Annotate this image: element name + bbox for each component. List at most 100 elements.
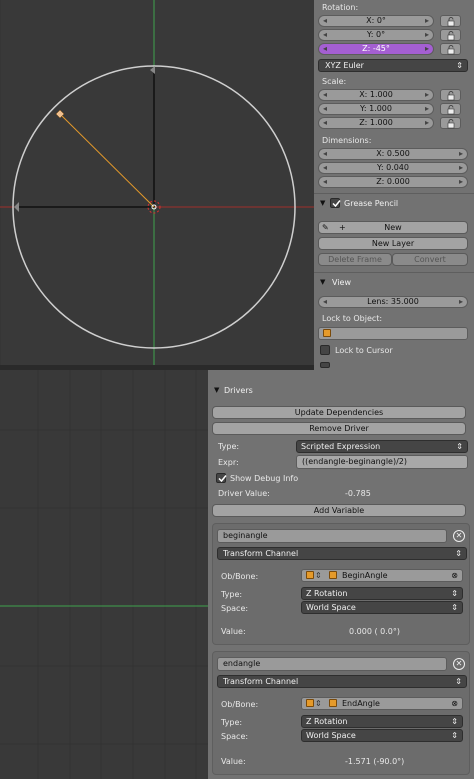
- space-label: Space:: [221, 604, 249, 613]
- remove-variable-icon[interactable]: ✕: [453, 530, 465, 542]
- expr-label: Expr:: [218, 458, 239, 467]
- end-handle: [150, 66, 155, 74]
- scale-label: Scale:: [322, 77, 347, 86]
- dropdown-arrows-icon: ⇕: [451, 717, 458, 726]
- type-label: Type:: [221, 718, 243, 727]
- increment-arrow-icon[interactable]: ▸: [425, 16, 429, 26]
- drivers-title: Drivers: [224, 386, 253, 395]
- object-cube-icon: [323, 329, 331, 337]
- dimension-y-field[interactable]: ◂ Y: 0.040 ▸: [318, 162, 468, 174]
- viewport-grid: [0, 0, 314, 365]
- value-label: Value:: [221, 757, 246, 766]
- decrement-arrow-icon[interactable]: ◂: [323, 44, 327, 54]
- update-dependencies-button[interactable]: Update Dependencies: [212, 406, 466, 419]
- dropdown-arrows-icon: ⇕: [456, 442, 463, 451]
- dropdown-arrows-icon: ⇕: [315, 571, 322, 580]
- new-layer-button[interactable]: New Layer: [318, 237, 468, 250]
- rotation-y-field[interactable]: ◂ Y: 0° ▸: [318, 29, 434, 41]
- increment-arrow-icon[interactable]: ▸: [425, 44, 429, 54]
- variable-name-input[interactable]: endangle: [217, 657, 447, 671]
- driver-variable-card: endangle ✕ Transform Channel ⇕ Ob/Bone: …: [212, 651, 470, 775]
- dimension-x-field[interactable]: ◂ X: 0.500 ▸: [318, 148, 468, 160]
- space-select[interactable]: World Space ⇕: [301, 601, 463, 614]
- dropdown-arrows-icon: ⇕: [451, 603, 458, 612]
- partial-checkbox[interactable]: [320, 362, 330, 368]
- lock-scale-z-icon[interactable]: [440, 117, 461, 129]
- scale-y-field[interactable]: ◂ Y: 1.000 ▸: [318, 103, 434, 115]
- scale-x-field[interactable]: ◂ X: 1.000 ▸: [318, 89, 434, 101]
- lock-to-cursor-label: Lock to Cursor: [335, 346, 393, 355]
- type-label: Type:: [221, 590, 243, 599]
- value-label: Value:: [221, 627, 246, 636]
- dropdown-arrows-icon: ⇕: [451, 731, 458, 740]
- ob-bone-label: Ob/Bone:: [221, 572, 259, 581]
- lock-scale-y-icon[interactable]: [440, 103, 461, 115]
- transform-type-select[interactable]: Z Rotation ⇕: [301, 587, 463, 600]
- driver-value: -0.785: [345, 489, 371, 498]
- object-type-icon: [306, 571, 314, 579]
- increment-arrow-icon[interactable]: ▸: [425, 30, 429, 40]
- lock-rotation-x-icon[interactable]: [440, 15, 461, 27]
- lock-scale-x-icon[interactable]: [440, 89, 461, 101]
- clear-field-icon[interactable]: ⊗: [451, 698, 458, 709]
- show-debug-checkbox[interactable]: [216, 473, 227, 483]
- grease-pencil-title: Grease Pencil: [344, 199, 399, 208]
- object-select-field[interactable]: ⇕ BeginAngle ⊗: [301, 569, 463, 582]
- add-variable-button[interactable]: Add Variable: [212, 504, 466, 517]
- driver-variable-card: beginangle ✕ Transform Channel ⇕ Ob/Bone…: [212, 523, 470, 645]
- scale-z-field[interactable]: ◂ Z: 1.000 ▸: [318, 117, 434, 129]
- dropdown-arrows-icon: ⇕: [455, 677, 462, 686]
- variable-kind-select[interactable]: Transform Channel ⇕: [217, 547, 467, 560]
- dropdown-arrows-icon: ⇕: [315, 699, 322, 708]
- rotation-mode-select[interactable]: XYZ Euler ⇕: [318, 59, 468, 72]
- dropdown-arrows-icon: ⇕: [456, 61, 463, 70]
- dropdown-arrows-icon: ⇕: [455, 549, 462, 558]
- lock-to-object-label: Lock to Object:: [322, 314, 383, 323]
- graph-grid: [0, 370, 208, 779]
- grease-pencil-checkbox[interactable]: [330, 198, 341, 208]
- viewport-3d-top[interactable]: [0, 0, 314, 365]
- selected-arm: [59, 113, 155, 208]
- lens-field[interactable]: ◂ Lens: 35.000 ▸: [318, 296, 468, 308]
- panel-expanded-icon[interactable]: ▼: [320, 278, 325, 286]
- lock-rotation-y-icon[interactable]: [440, 29, 461, 41]
- lock-to-object-field[interactable]: [318, 327, 468, 340]
- begin-handle: [14, 202, 19, 212]
- driver-type-label: Type:: [218, 442, 240, 451]
- show-debug-label: Show Debug Info: [230, 474, 299, 483]
- rotation-x-field[interactable]: ◂ X: 0° ▸: [318, 15, 434, 27]
- decrement-arrow-icon[interactable]: ◂: [323, 16, 327, 26]
- rotation-label: Rotation:: [322, 3, 359, 12]
- transform-type-select[interactable]: Z Rotation ⇕: [301, 715, 463, 728]
- convert-button[interactable]: Convert: [392, 253, 468, 266]
- variable-name-input[interactable]: beginangle: [217, 529, 447, 543]
- panel-expanded-icon[interactable]: ▼: [214, 386, 219, 394]
- properties-panel-top: Rotation: ◂ X: 0° ▸ ◂ Y: 0° ▸ ◂ Z: -45° ▸ XYZ …: [314, 0, 474, 370]
- driver-value-label: Driver Value:: [218, 489, 270, 498]
- object-cube-icon: [329, 699, 337, 707]
- add-icon: +: [339, 223, 346, 232]
- object-select-field[interactable]: ⇕ EndAngle ⊗: [301, 697, 463, 710]
- remove-variable-icon[interactable]: ✕: [453, 658, 465, 670]
- dimensions-label: Dimensions:: [322, 136, 372, 145]
- driver-type-select[interactable]: Scripted Expression ⇕: [296, 440, 468, 453]
- graph-editor-area[interactable]: [0, 370, 208, 779]
- pencil-icon: ✎: [322, 223, 329, 232]
- delete-frame-button[interactable]: Delete Frame: [318, 253, 392, 266]
- object-cube-icon: [329, 571, 337, 579]
- rotation-z-field[interactable]: ◂ Z: -45° ▸: [318, 43, 434, 55]
- view-title: View: [332, 278, 351, 287]
- space-select[interactable]: World Space ⇕: [301, 729, 463, 742]
- variable-value: -1.571 (-90.0°): [345, 757, 405, 766]
- lock-rotation-z-icon[interactable]: [440, 43, 461, 55]
- lock-to-cursor-checkbox[interactable]: [320, 345, 330, 355]
- expr-input[interactable]: ((endangle-beginangle)/2): [296, 455, 468, 469]
- decrement-arrow-icon[interactable]: ◂: [323, 30, 327, 40]
- panel-expanded-icon[interactable]: ▼: [320, 199, 325, 207]
- remove-driver-button[interactable]: Remove Driver: [212, 422, 466, 435]
- variable-kind-select[interactable]: Transform Channel ⇕: [217, 675, 467, 688]
- grease-pencil-new-button[interactable]: ✎ + New: [318, 221, 468, 234]
- dimension-z-field[interactable]: ◂ Z: 0.000 ▸: [318, 176, 468, 188]
- variable-value: 0.000 ( 0.0°): [349, 627, 400, 636]
- clear-field-icon[interactable]: ⊗: [451, 570, 458, 581]
